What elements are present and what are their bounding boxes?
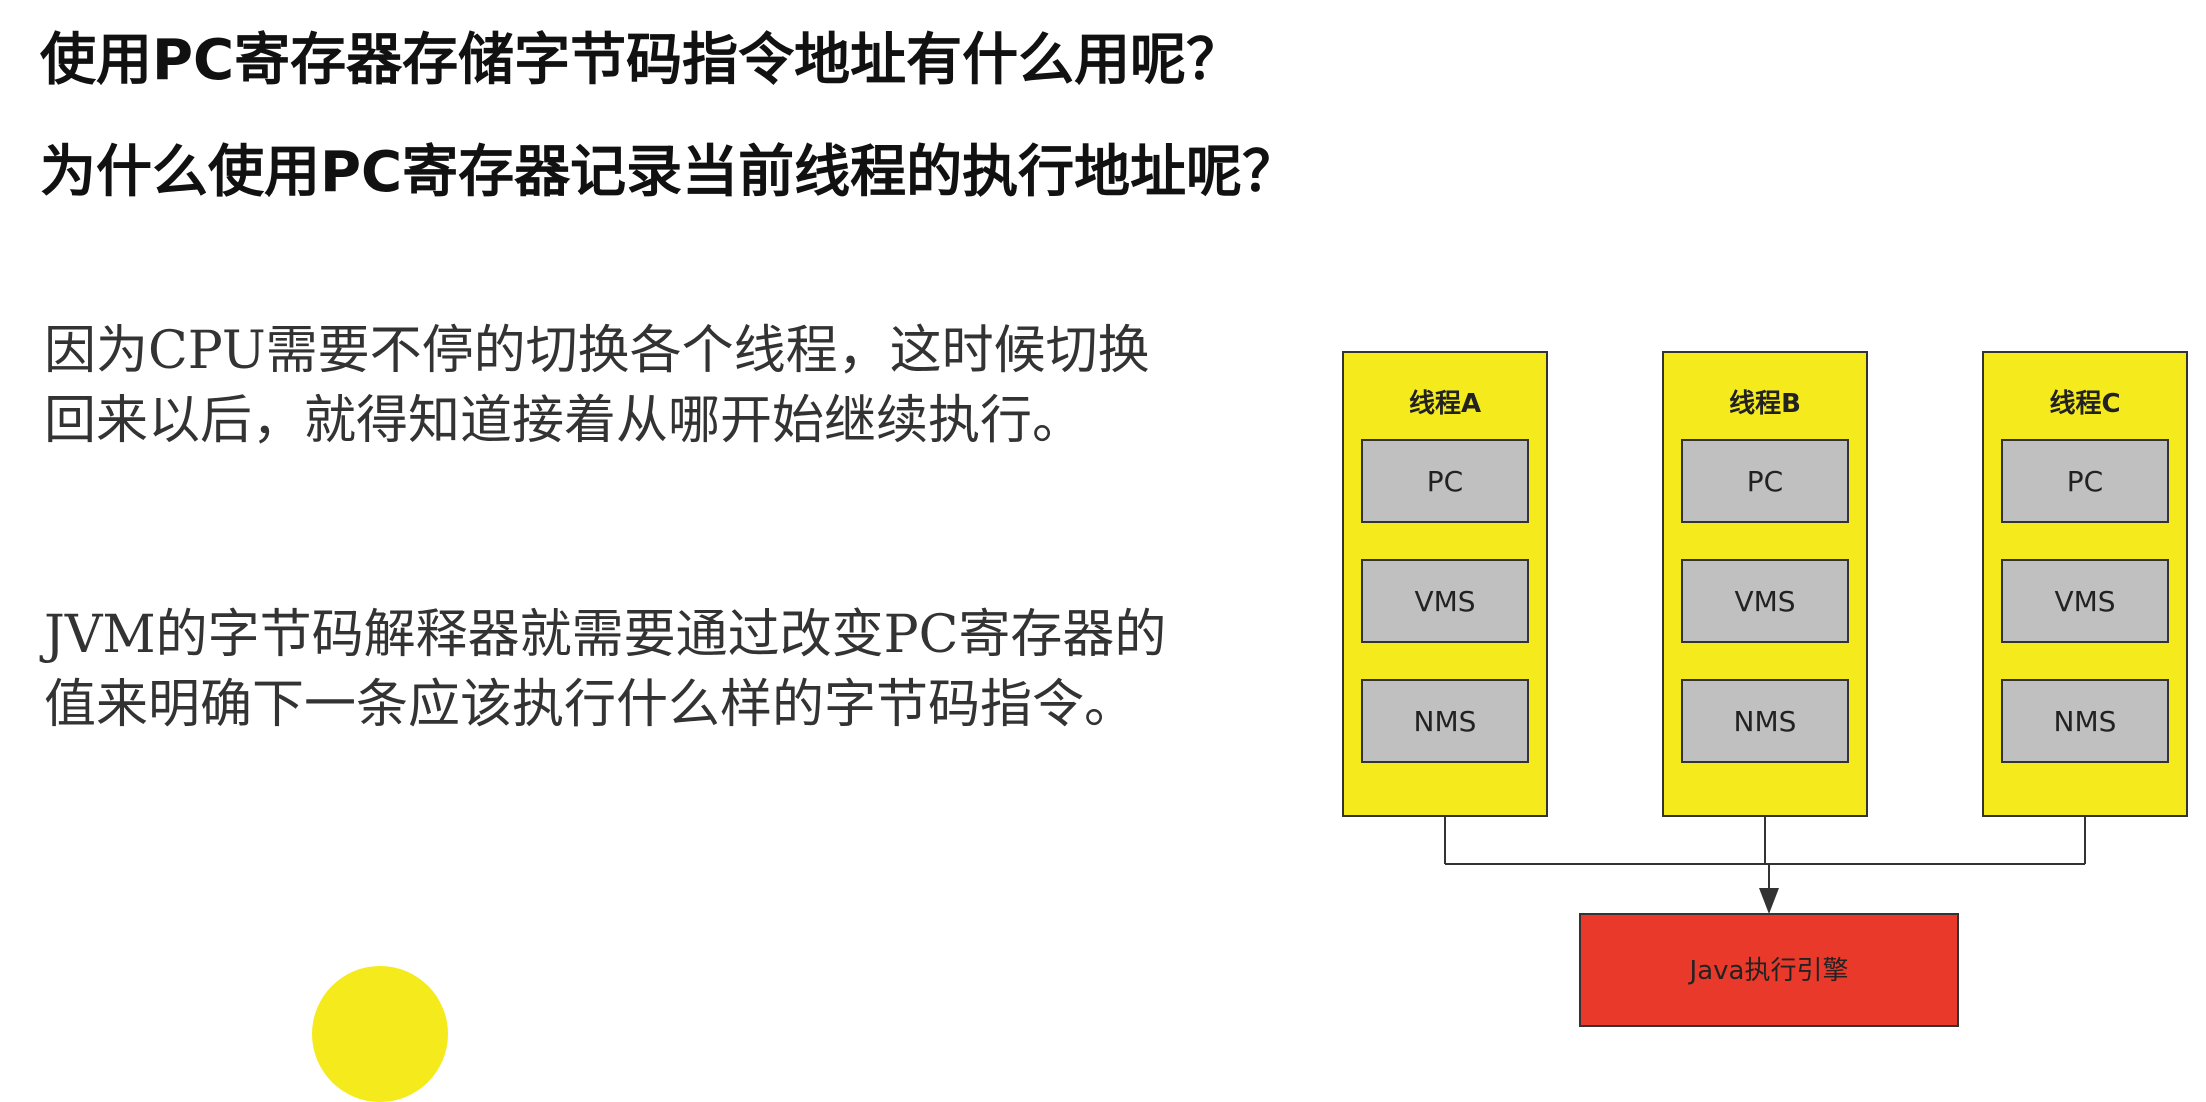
thread-pc-diagram-svg: 线程A PC VMS NMS 线程B PC VMS NMS 线程C PC VMS NMS Java执行引… bbox=[1342, 351, 2188, 1027]
paragraph-cpu-switching: 因为CPU需要不停的切换各个线程，这时候切换回来以后，就得知道接着从哪开始继续执… bbox=[44, 321, 1150, 451]
register-label-pc-2: PC bbox=[1747, 465, 1783, 498]
thread-pc-diagram: 线程A PC VMS NMS 线程B PC VMS NMS 线程C PC VMS NMS Java执行引… bbox=[1330, 340, 2206, 1036]
register-label-nms-1: NMS bbox=[1414, 705, 1477, 738]
pointer-dot bbox=[312, 966, 448, 1102]
thread-label-2: 线程B bbox=[1729, 389, 1801, 419]
register-label-nms-3: NMS bbox=[2054, 705, 2117, 738]
register-label-vms-1: VMS bbox=[1414, 585, 1475, 618]
register-label-vms-2: VMS bbox=[1734, 585, 1795, 618]
register-label-pc-3: PC bbox=[2067, 465, 2103, 498]
thread-label-1: 线程A bbox=[1409, 389, 1481, 419]
register-label-vms-3: VMS bbox=[2054, 585, 2115, 618]
engine-label: Java执行引擎 bbox=[1688, 956, 1849, 986]
paragraph-jvm-interpreter: JVM的字节码解释器就需要通过改变PC寄存器的值来明确下一条应该执行什么样的字节… bbox=[44, 605, 1167, 735]
heading-question-1: 使用PC寄存器存储字节码指令地址有什么用呢？ bbox=[40, 28, 1243, 93]
register-label-nms-2: NMS bbox=[1734, 705, 1797, 738]
connector-arrowhead bbox=[1759, 888, 1779, 914]
thread-label-3: 线程C bbox=[2049, 389, 2120, 419]
heading-question-2: 为什么使用PC寄存器记录当前线程的执行地址呢？ bbox=[40, 140, 1299, 205]
register-label-pc-1: PC bbox=[1427, 465, 1463, 498]
